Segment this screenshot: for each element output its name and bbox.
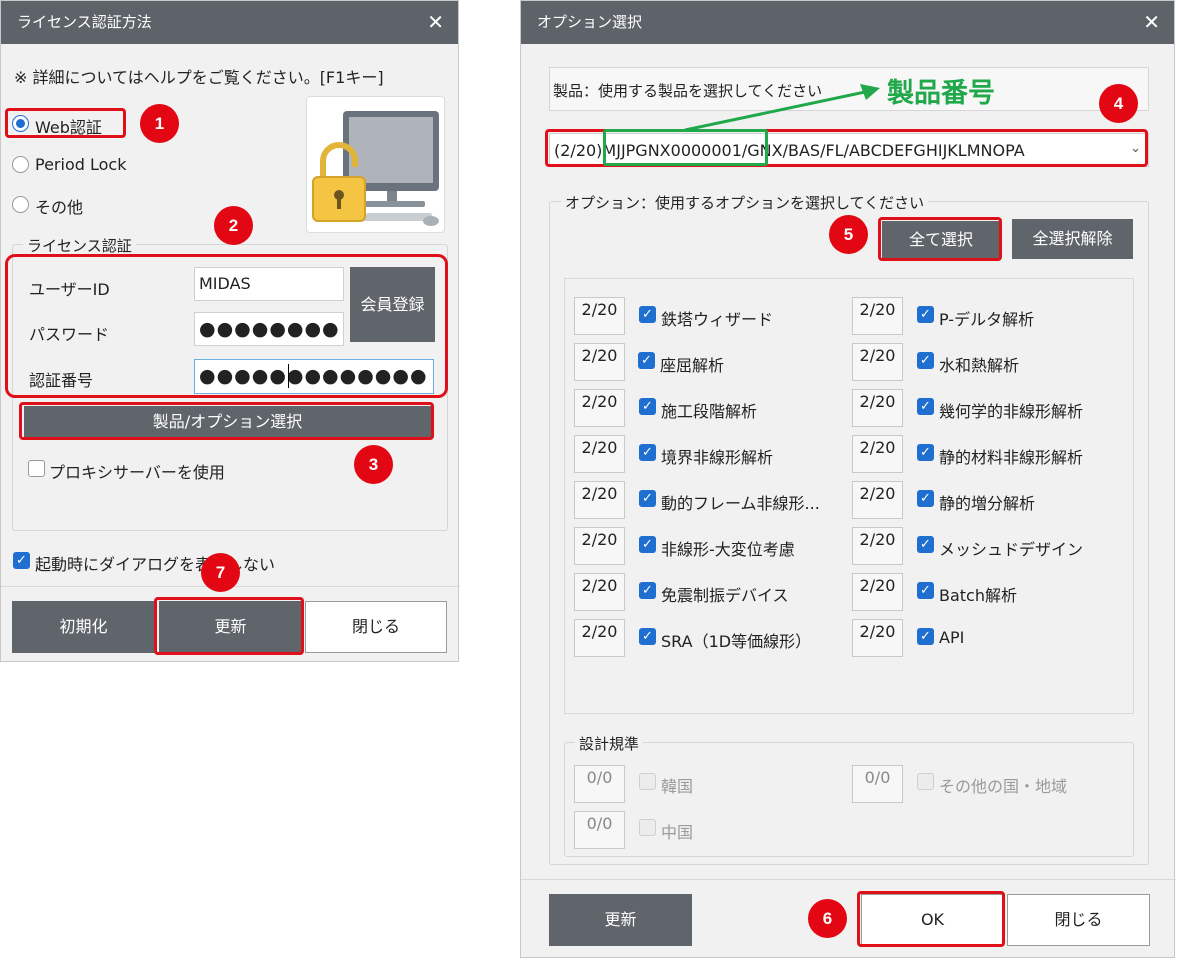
option-label[interactable]: 幾何学的非線形解析 [939, 398, 1083, 422]
option-label[interactable]: 動的フレーム非線形... [661, 490, 820, 514]
option-label[interactable]: API [939, 628, 964, 647]
option-checkbox[interactable]: ✓ [639, 306, 656, 323]
option-checkbox[interactable]: ✓ [917, 444, 934, 461]
close-icon[interactable]: ✕ [1143, 1, 1160, 44]
license-auth-legend: ライセンス認証 [23, 235, 136, 256]
option-label[interactable]: 静的材料非線形解析 [939, 444, 1083, 468]
highlight-ok [857, 891, 1005, 947]
option-count: 2/20 [852, 619, 903, 657]
option-label[interactable]: メッシュドデザイン [939, 536, 1083, 560]
highlight-product-option [19, 402, 434, 440]
proxy-checkbox[interactable] [28, 460, 45, 477]
option-count: 2/20 [852, 343, 903, 381]
option-count: 2/20 [852, 389, 903, 427]
design-code-label[interactable]: その他の国・地域 [939, 773, 1067, 797]
option-label[interactable]: SRA（1D等価線形） [661, 628, 811, 652]
step-badge-3: 3 [354, 445, 393, 484]
left-dialog-titlebar: ライセンス認証方法 ✕ [1, 1, 458, 44]
option-checkbox[interactable]: ✓ [917, 536, 934, 553]
step-badge-4: 4 [1099, 84, 1138, 123]
design-code-checkbox[interactable] [639, 773, 656, 790]
step-badge-6: 6 [808, 899, 847, 938]
radio-other[interactable] [12, 196, 29, 213]
option-count: 2/20 [852, 573, 903, 611]
highlight-update [154, 597, 304, 655]
option-group-legend: オプション：使用するオプションを選択してください [561, 192, 929, 213]
design-code-label[interactable]: 韓国 [661, 773, 693, 797]
product-number-callout: 製品番号 [887, 78, 995, 109]
option-label[interactable]: 免震制振デバイス [661, 582, 789, 606]
option-checkbox[interactable]: ✓ [638, 352, 655, 369]
option-count: 2/20 [574, 481, 625, 519]
option-label[interactable]: Batch解析 [939, 582, 1017, 606]
option-label[interactable]: 非線形-大変位考慮 [661, 536, 795, 560]
highlight-select-all [878, 217, 1002, 261]
computer-lock-icon [306, 96, 445, 233]
right-dialog-titlebar: オプション選択 ✕ [521, 1, 1174, 44]
left-dialog-title: ライセンス認証方法 [17, 13, 152, 31]
option-label[interactable]: 鉄塔ウィザード [661, 306, 773, 330]
right-dialog-title: オプション選択 [537, 13, 643, 31]
option-count: 2/20 [574, 343, 625, 381]
option-checkbox[interactable]: ✓ [917, 582, 934, 599]
help-hint: ※ 詳細についてはヘルプをご覧ください。[F1キー] [14, 68, 384, 87]
option-count: 2/20 [852, 481, 903, 519]
option-checkbox[interactable]: ✓ [639, 398, 656, 415]
radio-other-label[interactable]: その他 [35, 194, 83, 218]
option-label[interactable]: 境界非線形解析 [661, 444, 773, 468]
option-checkbox[interactable]: ✓ [917, 352, 934, 369]
option-checkbox[interactable]: ✓ [639, 628, 656, 645]
option-count: 2/20 [574, 619, 625, 657]
option-count: 2/20 [852, 435, 903, 473]
option-count: 2/20 [574, 527, 625, 565]
step-badge-5: 5 [829, 215, 868, 254]
step-badge-1: 1 [140, 104, 179, 143]
step-badge-7: 7 [201, 553, 240, 592]
proxy-label[interactable]: プロキシサーバーを使用 [49, 459, 225, 483]
option-checkbox[interactable]: ✓ [639, 582, 656, 599]
design-code-legend: 設計規準 [575, 733, 644, 754]
highlight-credentials [5, 254, 448, 398]
design-code-label[interactable]: 中国 [661, 819, 693, 843]
option-count: 2/20 [574, 435, 625, 473]
design-code-checkbox[interactable] [639, 819, 656, 836]
radio-period-lock[interactable] [12, 156, 29, 173]
option-checkbox[interactable]: ✓ [917, 306, 934, 323]
close-button[interactable]: 閉じる [1007, 894, 1150, 946]
option-count: 2/20 [852, 527, 903, 565]
option-label[interactable]: 座屈解析 [660, 352, 724, 376]
option-checkbox[interactable]: ✓ [639, 444, 656, 461]
design-code-count: 0/0 [574, 765, 625, 803]
option-checkbox[interactable]: ✓ [917, 398, 934, 415]
option-checkbox[interactable]: ✓ [917, 628, 934, 645]
update-button[interactable]: 更新 [549, 894, 692, 946]
design-code-count: 0/0 [852, 765, 903, 803]
option-checkbox[interactable]: ✓ [639, 490, 656, 507]
option-checkbox[interactable]: ✓ [639, 536, 656, 553]
option-label[interactable]: 施工段階解析 [661, 398, 757, 422]
startup-checkbox[interactable]: ✓ [13, 552, 30, 569]
close-icon[interactable]: ✕ [427, 1, 444, 44]
reset-button[interactable]: 初期化 [12, 601, 155, 653]
radio-period-lock-label[interactable]: Period Lock [35, 155, 126, 174]
option-label[interactable]: P-デルタ解析 [939, 306, 1034, 330]
option-label[interactable]: 静的増分解析 [939, 490, 1035, 514]
option-label[interactable]: 水和熱解析 [939, 352, 1019, 376]
option-count: 2/20 [574, 573, 625, 611]
step-badge-2: 2 [214, 206, 253, 245]
callout-arrow [684, 84, 880, 132]
option-count: 2/20 [574, 297, 625, 335]
footer-divider [521, 879, 1176, 880]
option-count: 2/20 [852, 297, 903, 335]
design-code-checkbox[interactable] [917, 773, 934, 790]
option-count: 2/20 [574, 389, 625, 427]
design-code-count: 0/0 [574, 811, 625, 849]
design-code-group [564, 742, 1134, 857]
deselect-all-button[interactable]: 全選択解除 [1012, 219, 1133, 259]
close-button[interactable]: 閉じる [305, 601, 447, 653]
highlight-web-auth [5, 108, 126, 138]
option-checkbox[interactable]: ✓ [917, 490, 934, 507]
